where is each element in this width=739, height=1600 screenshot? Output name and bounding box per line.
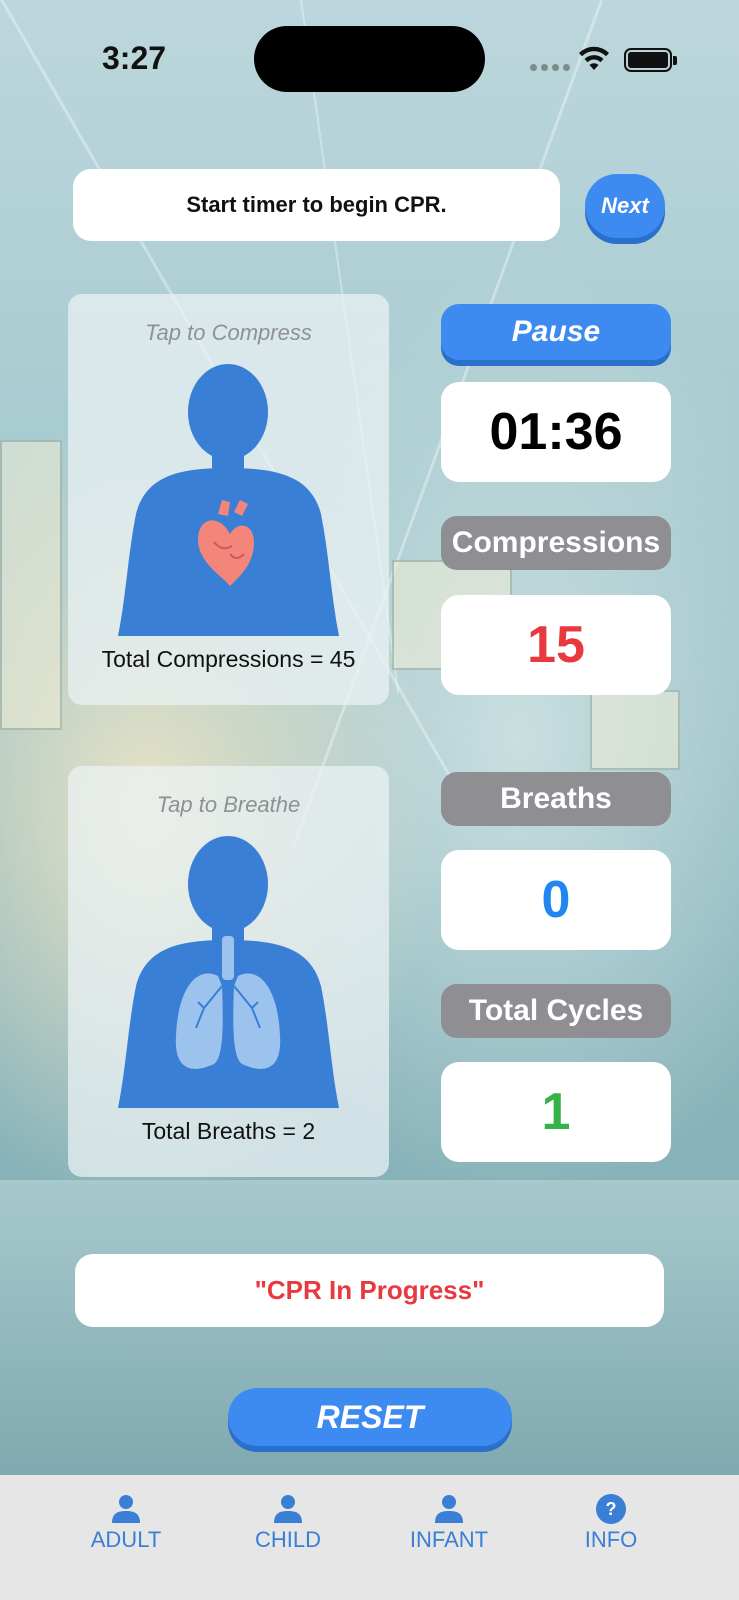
tap-to-breathe-label: Tap to Breathe (156, 792, 301, 817)
tab-infant[interactable]: INFANT (389, 1493, 509, 1553)
tab-adult[interactable]: ADULT (66, 1493, 186, 1553)
torso-heart-icon (118, 364, 339, 636)
person-icon (274, 1495, 302, 1523)
total-compressions-label: Total Compressions = 45 (101, 646, 356, 672)
tab-label: INFO (584, 1527, 638, 1552)
dynamic-island (254, 26, 485, 92)
next-button[interactable]: Next (585, 174, 665, 238)
tab-label: CHILD (254, 1527, 321, 1552)
torso-lungs-icon (118, 836, 339, 1108)
total-cycles-label: Total Cycles (441, 984, 671, 1038)
question-circle-icon: ? (596, 1494, 626, 1524)
cellular-signal-icon (530, 64, 570, 71)
pause-button[interactable]: Pause (441, 304, 671, 360)
breaths-count: 0 (441, 850, 671, 950)
timer-display: 01:36 (441, 382, 671, 482)
cpr-status-banner: "CPR In Progress" (75, 1254, 664, 1327)
reset-button[interactable]: RESET (228, 1388, 512, 1446)
total-breaths-label: Total Breaths = 2 (141, 1118, 316, 1144)
breathe-panel[interactable]: Tap to Breathe Total Breaths = 2 (68, 766, 389, 1177)
person-icon (112, 1495, 140, 1523)
compressions-label: Compressions (441, 516, 671, 570)
person-icon (435, 1495, 463, 1523)
status-time: 3:27 (102, 40, 167, 76)
battery-icon (624, 48, 677, 72)
tab-child[interactable]: CHILD (228, 1493, 348, 1553)
tab-label: INFANT (409, 1527, 489, 1552)
breaths-label: Breaths (441, 772, 671, 826)
tap-to-compress-label: Tap to Compress (145, 320, 312, 345)
wifi-icon (579, 46, 609, 70)
tab-label: ADULT (90, 1527, 162, 1552)
tab-bar: ADULT CHILD INFANT ? INFO (0, 1475, 739, 1600)
svg-text:?: ? (606, 1499, 617, 1519)
compressions-count: 15 (441, 595, 671, 695)
compress-panel[interactable]: Tap to Compress Total Compressions = 45 (68, 294, 389, 705)
tab-info[interactable]: ? INFO (551, 1493, 671, 1553)
total-cycles-count: 1 (441, 1062, 671, 1162)
instruction-banner: Start timer to begin CPR. (73, 169, 560, 241)
